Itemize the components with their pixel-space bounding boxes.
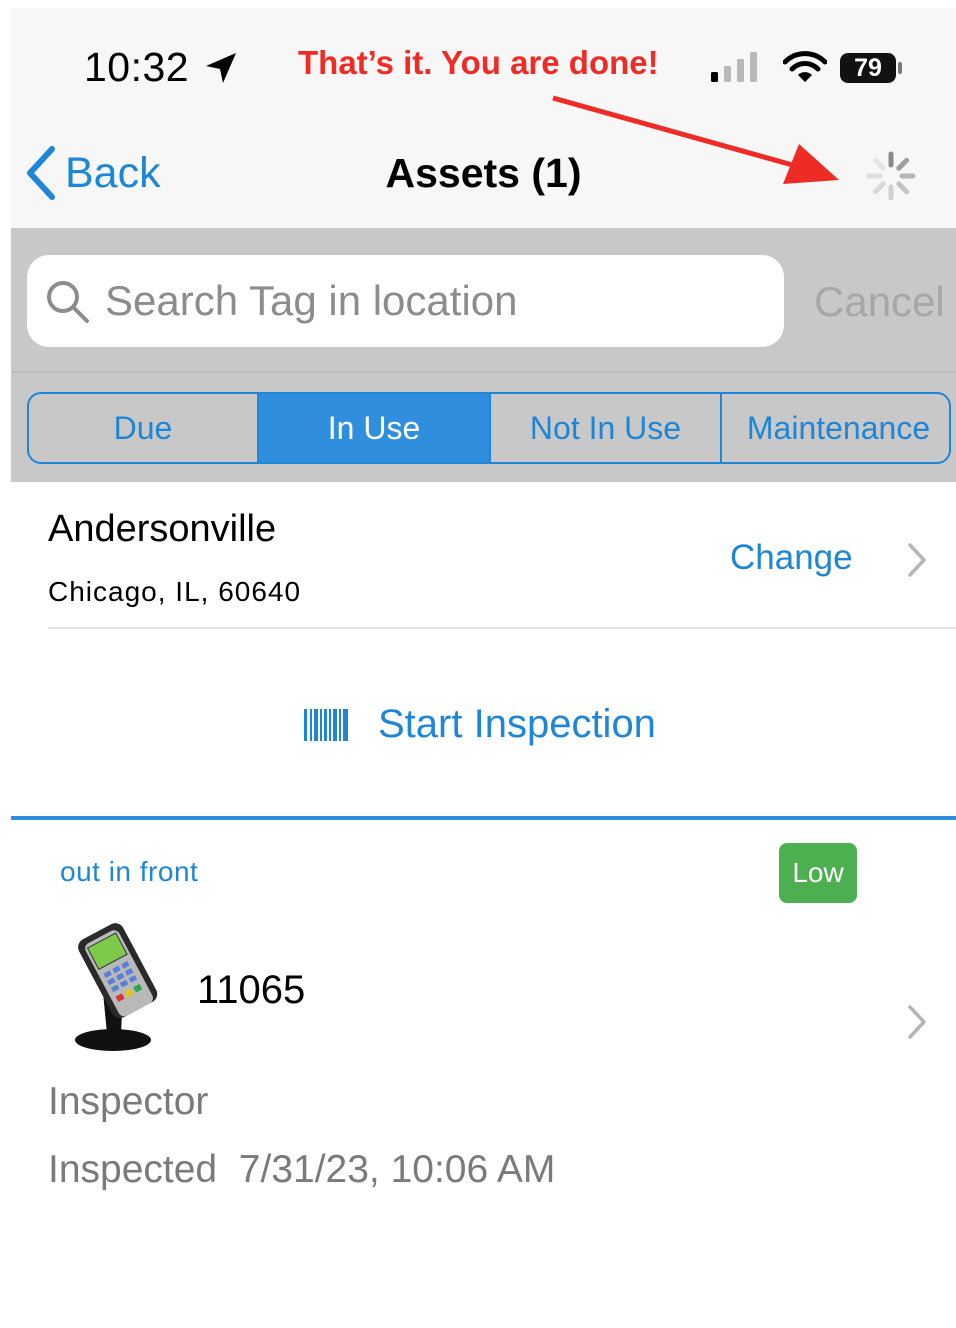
search-box[interactable] <box>27 255 784 347</box>
battery-level: 79 <box>854 54 882 82</box>
start-inspection-label: Start Inspection <box>378 702 656 746</box>
search-divider <box>11 371 956 373</box>
inspected-info: Inspected 7/31/23, 10:06 AM <box>48 1148 555 1192</box>
top-margin <box>0 0 956 8</box>
change-location-button[interactable]: Change <box>730 538 853 578</box>
page-title: Assets (1) <box>385 150 582 196</box>
location-name: Andersonville <box>48 508 277 550</box>
status-badge: Low <box>779 843 857 903</box>
location-arrow-icon <box>206 53 236 83</box>
loading-spinner-icon <box>866 151 916 201</box>
status-segmented-control: Due In Use Not In Use Maintenance <box>27 392 951 464</box>
inspected-label: Inspected <box>48 1148 218 1191</box>
cancel-button[interactable]: Cancel <box>814 278 945 326</box>
inspected-date: 7/31/23, 10:06 AM <box>238 1148 556 1191</box>
tab-in-use[interactable]: In Use <box>259 394 491 462</box>
start-inspection-button[interactable]: Start Inspection <box>304 702 656 747</box>
tab-not-in-use[interactable]: Not In Use <box>491 394 722 462</box>
navigation-area: 10:32 That’s it. You are done! 79 Back A… <box>11 8 956 230</box>
chevron-right-icon <box>908 543 926 577</box>
barcode-icon <box>304 708 348 741</box>
card-terminal-icon <box>75 923 158 1051</box>
asset-id: 11065 <box>197 968 306 1012</box>
signal-icon <box>711 52 757 82</box>
battery-icon: 79 <box>839 52 905 89</box>
tab-maintenance[interactable]: Maintenance <box>722 394 949 462</box>
asset-location-note: out in front <box>60 856 199 887</box>
chevron-right-icon <box>908 1005 926 1039</box>
annotation-text: That’s it. You are done! <box>298 44 659 81</box>
location-address: Chicago, IL, 60640 <box>48 576 302 607</box>
search-icon <box>47 281 89 323</box>
phone-screen: 10:32 That’s it. You are done! 79 Back A… <box>11 8 956 1328</box>
search-input[interactable] <box>105 275 765 327</box>
section-divider <box>11 816 956 820</box>
asset-role: Inspector <box>48 1080 209 1123</box>
search-area: Cancel Due In Use Not In Use Maintenance <box>11 230 956 482</box>
wifi-icon <box>783 51 827 82</box>
status-time: 10:32 <box>84 44 190 90</box>
tab-due[interactable]: Due <box>29 394 259 462</box>
location-divider <box>48 627 956 629</box>
